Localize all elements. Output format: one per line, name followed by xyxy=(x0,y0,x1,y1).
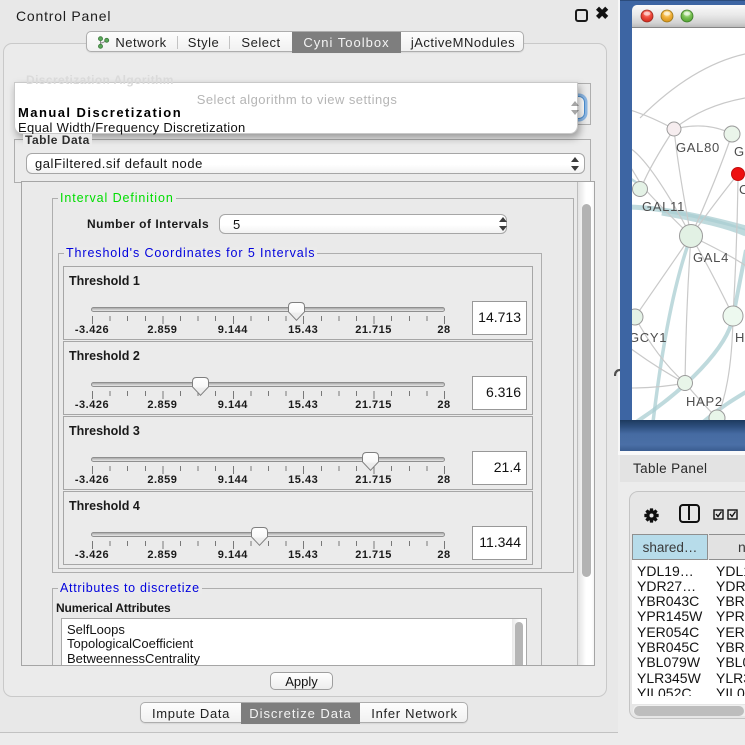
svg-text:G: G xyxy=(734,144,745,159)
svg-text:GAL11: GAL11 xyxy=(642,199,685,214)
svg-text:HAP2: HAP2 xyxy=(686,394,723,409)
svg-text:H: H xyxy=(735,330,745,345)
svg-text:GAL80: GAL80 xyxy=(676,140,720,155)
svg-text:C: C xyxy=(739,182,745,197)
svg-text:GCY1: GCY1 xyxy=(632,330,667,345)
svg-text:GAL4: GAL4 xyxy=(693,250,729,265)
